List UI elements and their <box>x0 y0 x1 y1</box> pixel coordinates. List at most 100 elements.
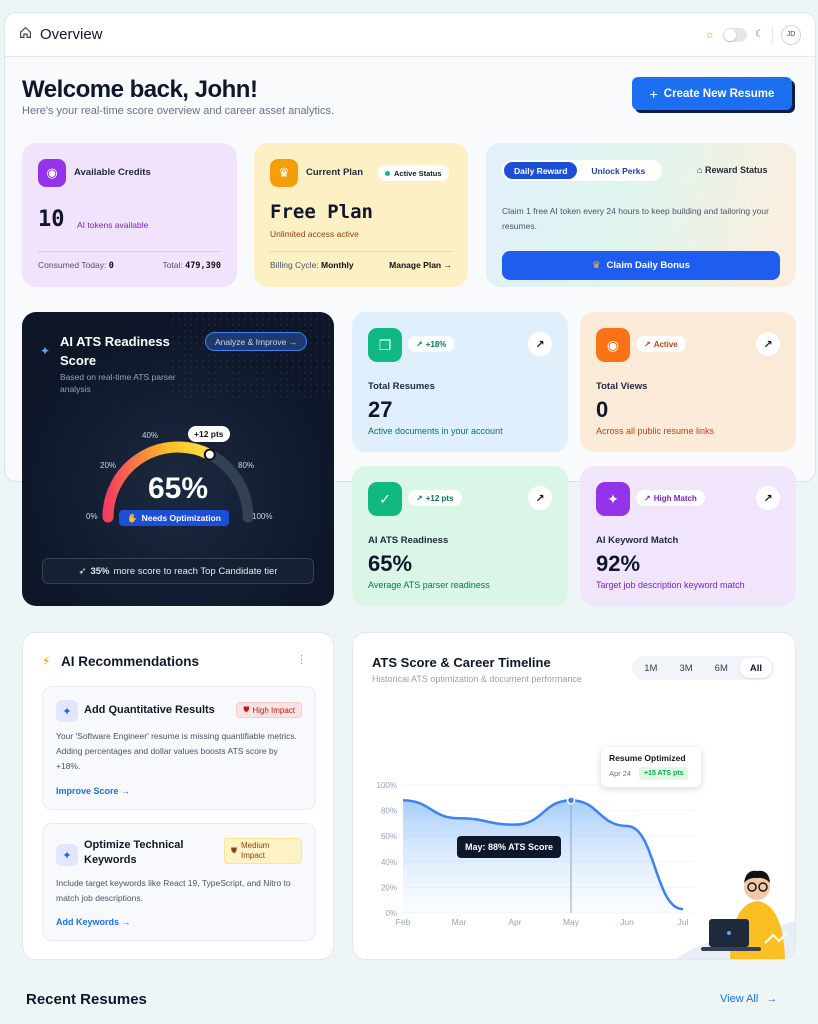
score-delta-badge: +12 pts <box>188 426 230 442</box>
plan-divider <box>270 251 452 252</box>
reward-tabs: Daily Reward Unlock Perks <box>502 160 662 181</box>
status-dot <box>385 170 390 176</box>
tooltip-badge: +15 ATS pts <box>639 767 689 780</box>
needs-optimization-badge: ✋ Needs Optimization <box>119 510 229 526</box>
timeline-card: ATS Score & Career Timeline Historical A… <box>352 632 796 960</box>
plus-icon: + <box>649 85 658 102</box>
recommendations-title: AI Recommendations <box>61 654 200 669</box>
tooltip-title: Resume Optimized <box>609 753 686 763</box>
create-resume-label: Create New Resume <box>663 87 775 100</box>
gauge-tick-100: 100% <box>252 512 273 521</box>
improve-score-link[interactable]: Improve Score → <box>56 786 130 796</box>
reward-status[interactable]: ⌂ Reward Status <box>697 165 767 175</box>
tab-daily-reward[interactable]: Daily Reward <box>504 162 578 179</box>
recommendation-title: Optimize Technical Keywords <box>84 839 184 866</box>
add-keywords-link[interactable]: Add Keywords → <box>56 917 131 927</box>
folder-icon: ❐ <box>368 328 402 362</box>
open-arrow-icon[interactable]: ↗ <box>756 332 780 356</box>
gauge-tick-0: 0% <box>86 512 98 521</box>
manage-plan-link[interactable]: Manage Plan → <box>389 260 452 270</box>
gauge-marker <box>203 448 216 461</box>
thumbs-up-icon: ✋ <box>127 512 138 523</box>
recent-resumes-title: Recent Resumes <box>26 991 147 1008</box>
stat-total-resumes: ❐ ↗ +18% ↗ Total Resumes 27 Active docum… <box>352 312 568 452</box>
gauge-tick-20: 20% <box>100 461 117 470</box>
total-stat: Total: 479,390 <box>162 260 221 271</box>
recommendation-item: ✦ Add Quantitative Results ⛊ High Impact … <box>42 686 316 810</box>
credits-divider <box>38 251 221 252</box>
check-circle-icon: ✓ <box>368 482 402 516</box>
ats-score-card: ✦ AI ATS Readiness Score Based on real-t… <box>22 312 334 606</box>
moon-icon: ☾ <box>755 29 764 40</box>
tooltip-date: Apr 24 <box>609 769 632 778</box>
gift-icon: ⌂ <box>697 165 703 175</box>
stat-title: AI ATS Readiness <box>368 535 449 546</box>
hover-label: May: 88% ATS Score <box>457 836 562 858</box>
credits-card: ◉ Available Credits 10 AI tokens availab… <box>22 143 237 287</box>
x-tick-label: Mar <box>452 917 467 927</box>
milestone-tooltip: Resume Optimized Apr 24 +15 ATS pts <box>601 747 701 787</box>
top-bar: Overview ☼ ☾ JD <box>4 12 816 57</box>
stat-ai-ats-readiness: ✓ ↗ +12 pts ↗ AI ATS Readiness 65% Avera… <box>352 466 568 606</box>
plan-desc: Unlimited access active <box>270 229 359 239</box>
reward-desc: Claim 1 free AI token every 24 hours to … <box>502 206 769 231</box>
impact-badge: ⛊ Medium Impact <box>224 838 302 864</box>
stat-badge: ↗ High Match <box>636 490 705 506</box>
plan-label: Current Plan <box>306 167 364 178</box>
crown-icon: ♛ <box>270 159 298 187</box>
gauge-tick-80: 80% <box>238 461 255 470</box>
credits-value: 10 <box>38 207 65 232</box>
billing-cycle: Billing Cycle: Monthly <box>270 260 354 270</box>
page-title: Overview <box>40 26 103 43</box>
sun-icon: ☼ <box>704 28 716 41</box>
stat-value: 65% <box>368 551 413 576</box>
credits-label: Available Credits <box>74 167 151 178</box>
claim-bonus-button[interactable]: ♛ Claim Daily Bonus <box>502 251 780 280</box>
bolt-icon: ⚡ <box>42 654 51 668</box>
stat-desc: Average ATS parser readiness <box>368 580 490 590</box>
arrow-right-icon: → <box>766 993 778 1005</box>
y-tick-label: 20% <box>381 883 397 892</box>
plan-card: ♛ Current Plan Active Status Free Plan U… <box>254 143 468 287</box>
stat-title: Total Resumes <box>368 381 435 392</box>
y-tick-label: 100% <box>377 781 397 790</box>
stat-value: 92% <box>596 551 641 576</box>
stat-desc: Active documents in your account <box>368 426 503 436</box>
tab-unlock-perks[interactable]: Unlock Perks <box>581 162 655 179</box>
open-arrow-icon[interactable]: ↗ <box>528 332 552 356</box>
recommendations-card: ⚡ AI Recommendations ⋮ ✦ Add Quantitativ… <box>22 632 334 960</box>
stat-desc: Across all public resume links <box>596 426 715 436</box>
ats-score-value: 65% <box>147 472 209 505</box>
home-icon[interactable] <box>19 26 32 44</box>
x-tick-label: Apr <box>508 917 521 927</box>
recommendation-desc: Include target keywords like React 19, T… <box>56 878 291 903</box>
impact-badge: ⛊ High Impact <box>236 702 302 718</box>
y-tick-label: 40% <box>381 858 397 867</box>
stat-keyword-match: ✦ ↗ High Match ↗ AI Keyword Match 92% Ta… <box>580 466 796 606</box>
y-tick-label: 60% <box>381 832 397 841</box>
stat-value: 27 <box>368 397 393 422</box>
gauge-tick-40: 40% <box>142 431 159 440</box>
more-icon[interactable]: ⋮ <box>296 653 307 666</box>
recommendation-title: Add Quantitative Results <box>84 704 215 716</box>
recommendation-item: ✦ Optimize Technical Keywords ⛊ Medium Im… <box>42 823 316 941</box>
shield-icon: ⛊ <box>243 705 250 714</box>
theme-toggle[interactable] <box>723 27 748 42</box>
x-tick-label: May <box>563 917 580 927</box>
avatar[interactable]: JD <box>781 24 801 45</box>
stat-title: AI Keyword Match <box>596 535 679 546</box>
sparkle-icon: ✦ <box>56 844 78 866</box>
ats-footer: ➶ 35% more score to reach Top Candidate t… <box>42 558 314 584</box>
credits-unit: AI tokens available <box>77 220 149 230</box>
stat-title: Total Views <box>596 381 648 392</box>
stat-total-views: ◉ ↗ Active ↗ Total Views 0 Across all pu… <box>580 312 796 452</box>
x-tick-label: Feb <box>396 917 411 927</box>
open-arrow-icon[interactable]: ↗ <box>528 486 552 510</box>
view-all-link[interactable]: View All → <box>720 993 777 1005</box>
stat-badge: ↗ +18% <box>408 336 455 352</box>
create-resume-button[interactable]: + Create New Resume <box>632 77 792 110</box>
stat-value: 0 <box>596 397 609 422</box>
coins-icon: ◉ <box>38 159 66 187</box>
rocket-icon: ➶ <box>78 565 87 577</box>
open-arrow-icon[interactable]: ↗ <box>756 486 780 510</box>
